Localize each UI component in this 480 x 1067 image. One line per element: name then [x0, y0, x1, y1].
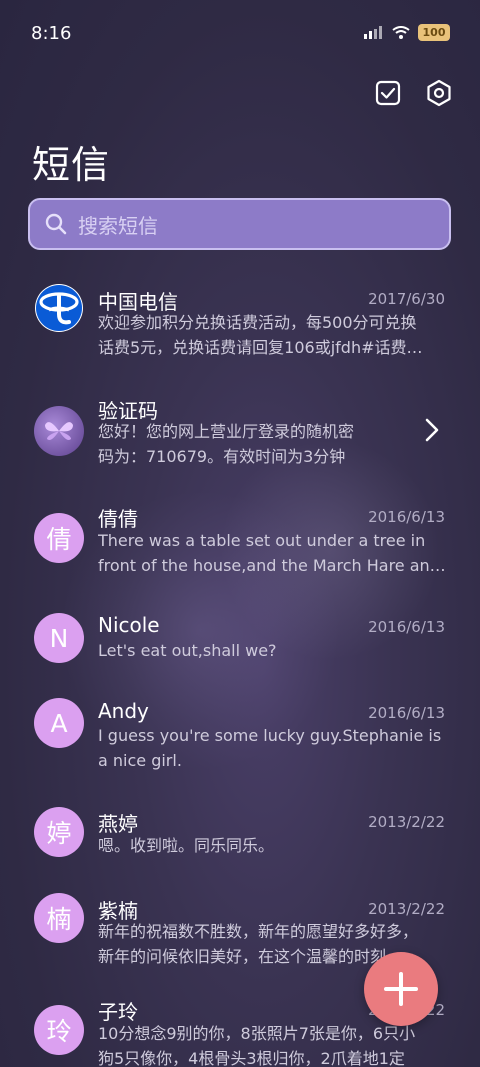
header-actions	[373, 78, 454, 108]
battery-indicator: 100	[418, 24, 450, 41]
avatar: 倩	[34, 513, 84, 563]
conversation-date: 2017/6/30	[368, 290, 445, 308]
conversation-item[interactable]: 验证码 您好！您的网上营业厅登录的随机密 码为：710679。有效时间为3分钟	[0, 380, 480, 490]
search-input[interactable]: 搜索短信	[28, 198, 451, 250]
search-placeholder: 搜索短信	[78, 213, 158, 238]
avatar: 玲	[34, 1005, 84, 1055]
checkbox-icon	[375, 80, 401, 106]
avatar: A	[34, 698, 84, 748]
search-icon	[45, 213, 67, 235]
conversation-preview-line2: a nice girl.	[98, 751, 182, 770]
avatar: 楠	[34, 893, 84, 943]
status-bar: 8:16 100	[0, 0, 480, 66]
china-telecom-logo-icon	[35, 284, 83, 332]
plus-icon	[384, 972, 418, 1006]
conversation-date: 2013/2/22	[368, 900, 445, 918]
conversation-item[interactable]: N Nicole 2016/6/13 Let's eat out,shall w…	[0, 600, 480, 686]
conversation-preview-line2: 码为：710679。有效时间为3分钟	[98, 447, 346, 466]
conversation-preview-line1: 欢迎参加积分兑换话费活动，每500分可兑换	[98, 313, 417, 332]
conversation-item[interactable]: 倩 倩倩 2016/6/13 There was a table set out…	[0, 490, 480, 600]
conversation-list: 中国电信 2017/6/30 欢迎参加积分兑换话费活动，每500分可兑换 话费5…	[0, 270, 480, 1067]
settings-button[interactable]	[424, 78, 454, 108]
conversation-item[interactable]: 婷 燕婷 2013/2/22 嗯。收到啦。同乐同乐。	[0, 796, 480, 882]
new-message-button[interactable]	[364, 952, 438, 1026]
conversation-preview-line1: 新年的祝福数不胜数，新年的愿望好多好多，	[98, 922, 419, 941]
conversation-preview-line2: 新年的问候依旧美好，在这个温馨的时刻…	[98, 947, 403, 966]
conversation-date: 2013/2/22	[368, 813, 445, 831]
gear-icon	[427, 79, 451, 107]
status-time: 8:16	[31, 23, 72, 44]
conversation-date: 2016/6/13	[368, 704, 445, 722]
signal-icon	[364, 25, 382, 39]
conversation-item[interactable]: A Andy 2016/6/13 I guess you're some luc…	[0, 686, 480, 796]
conversation-preview-line1: Let's eat out,shall we?	[98, 641, 277, 660]
conversation-preview-line1: 您好！您的网上营业厅登录的随机密	[98, 422, 355, 441]
conversation-name: Nicole	[98, 613, 160, 637]
butterfly-avatar-icon	[34, 406, 84, 456]
multi-select-button[interactable]	[373, 78, 403, 108]
conversation-preview-line2: 狗5只像你，4根骨头3根归你，2爪着地1定	[98, 1049, 405, 1067]
conversation-preview-line1: There was a table set out under a tree i…	[98, 531, 426, 550]
status-icons: 100	[364, 24, 450, 41]
conversation-preview-line2: 话费5元，兑换话费请回复106或jfdh#话费…	[98, 338, 423, 357]
conversation-name: Andy	[98, 699, 149, 723]
conversation-item[interactable]: 中国电信 2017/6/30 欢迎参加积分兑换话费活动，每500分可兑换 话费5…	[0, 270, 480, 380]
conversation-date: 2016/6/13	[368, 618, 445, 636]
wifi-icon	[392, 25, 410, 39]
conversation-preview-line1: 嗯。收到啦。同乐同乐。	[98, 836, 275, 855]
chevron-right-icon[interactable]	[424, 417, 440, 443]
avatar: 婷	[34, 807, 84, 857]
conversation-preview-line1: 10分想念9别的你，8张照片7张是你，6只小	[98, 1024, 416, 1043]
conversation-preview-line2: front of the house,and the March Hare an…	[98, 556, 446, 575]
conversation-preview-line1: I guess you're some lucky guy.Stephanie …	[98, 726, 442, 745]
page-title: 短信	[32, 143, 111, 187]
conversation-date: 2016/6/13	[368, 508, 445, 526]
avatar: N	[34, 613, 84, 663]
